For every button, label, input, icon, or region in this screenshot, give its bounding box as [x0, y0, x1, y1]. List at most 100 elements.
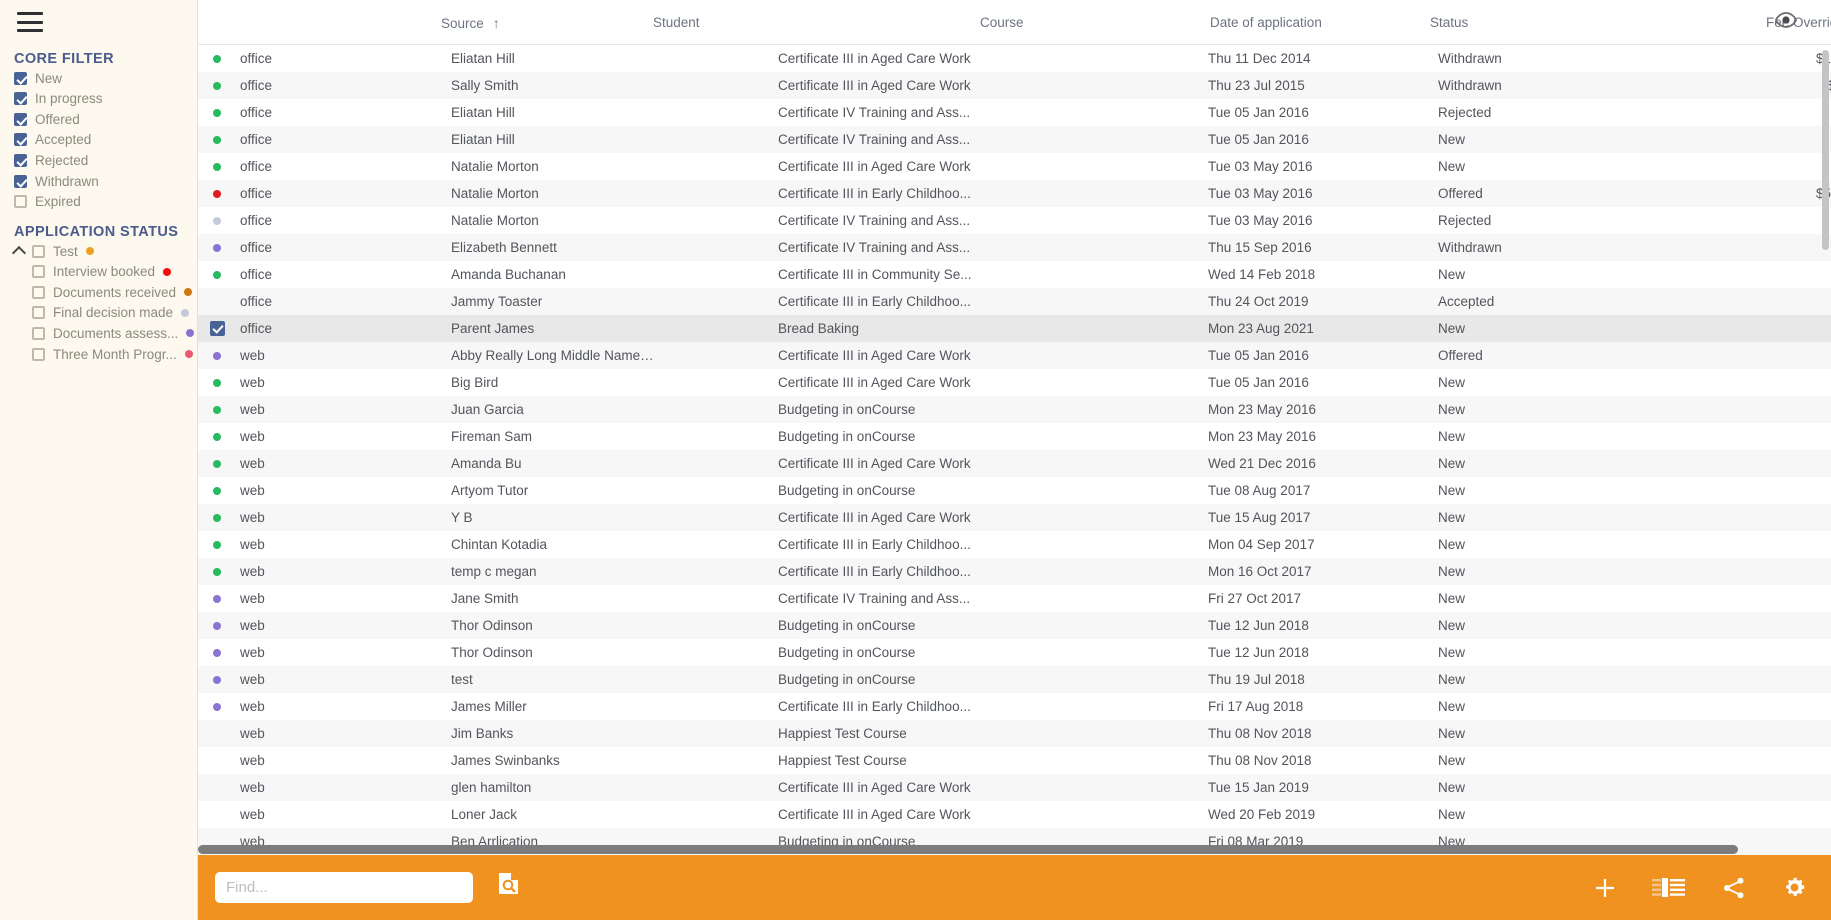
table-row[interactable]: office Natalie Morton Certificate III in E… [198, 180, 1831, 207]
application-status-item-documents-received[interactable]: Documents received [32, 283, 193, 301]
application-status-item-final-decision-made[interactable]: Final decision made [32, 304, 190, 322]
row-status-dot[interactable] [206, 540, 228, 549]
row-status-dot[interactable] [206, 270, 228, 279]
core-filter-item-in-progress[interactable]: In progress [14, 90, 103, 108]
core-filter-item-new[interactable]: New [14, 69, 62, 87]
horizontal-scrollbar-thumb[interactable] [198, 845, 1738, 854]
table-row[interactable]: office Elizabeth Bennett Certificate IV Tr… [198, 234, 1831, 261]
chevron-up-icon[interactable] [14, 245, 26, 257]
core-filter-item-accepted[interactable]: Accepted [14, 131, 91, 149]
table-row[interactable]: office Eliatan Hill Certificate III in Age… [198, 45, 1831, 72]
checkbox[interactable] [14, 133, 27, 147]
table-row[interactable]: web Jane Smith Certificate IV Training and… [198, 585, 1831, 612]
checkbox[interactable] [14, 92, 27, 106]
table-row[interactable]: office Amanda Buchanan Certificate III in … [198, 261, 1831, 288]
checkbox[interactable] [14, 195, 27, 209]
table-row[interactable]: office Natalie Morton Certificate IV Train… [198, 207, 1831, 234]
columns-layout-icon[interactable] [1652, 877, 1686, 898]
table-row[interactable]: office Eliatan Hill Certificate IV Trainin… [198, 99, 1831, 126]
table-row[interactable]: office Sally Smith Certificate III in Aged… [198, 72, 1831, 99]
table-row[interactable]: web Thor Odinson Budgeting in onCourse Tue … [198, 612, 1831, 639]
row-status-dot[interactable] [206, 189, 228, 198]
core-filter-item-withdrawn[interactable]: Withdrawn [14, 172, 99, 190]
column-header-student[interactable]: Student [653, 15, 700, 30]
advanced-search-icon[interactable] [497, 872, 521, 903]
checkbox[interactable] [32, 244, 45, 258]
table-row[interactable]: office Parent James Bread Baking Mon 23 Aug… [198, 315, 1831, 342]
cell-student: Elizabeth Bennett [451, 240, 557, 255]
table-row[interactable]: office Natalie Morton Certificate III in A… [198, 153, 1831, 180]
row-status-dot[interactable] [206, 162, 228, 171]
share-icon[interactable] [1722, 876, 1746, 900]
row-status-dot[interactable] [206, 216, 228, 225]
row-status-dot[interactable] [206, 243, 228, 252]
table-row[interactable]: web Jim Banks Happiest Test Course Thu 08 N… [198, 720, 1831, 747]
row-status-dot[interactable] [206, 702, 228, 711]
row-status-dot[interactable] [206, 594, 228, 603]
row-status-dot[interactable] [206, 648, 228, 657]
column-header-date[interactable]: Date of application [1210, 15, 1322, 30]
table-row[interactable]: web Big Bird Certificate III in Aged Care … [198, 369, 1831, 396]
application-status-item-test[interactable]: Test [32, 242, 94, 260]
row-status-dot[interactable] [206, 405, 228, 414]
column-header-source[interactable]: Source ↑ [441, 15, 500, 31]
table-row[interactable]: web test Budgeting in onCourse Thu 19 Jul 2… [198, 666, 1831, 693]
table-row[interactable]: web James Miller Certificate III in Early … [198, 693, 1831, 720]
table-row[interactable]: web Artyom Tutor Budgeting in onCourse Tue … [198, 477, 1831, 504]
checkbox[interactable] [32, 265, 45, 279]
plus-icon[interactable] [1594, 877, 1616, 899]
table-row[interactable]: office Jammy Toaster Certificate III in Ea… [198, 288, 1831, 315]
row-selected-checkbox[interactable] [206, 321, 228, 336]
application-status-item-interview-booked[interactable]: Interview booked [32, 263, 172, 281]
checkbox[interactable] [14, 112, 27, 126]
application-status-item-three-month-progr[interactable]: Three Month Progr... [32, 345, 193, 363]
search-input[interactable] [215, 872, 473, 903]
table-row[interactable]: web temp c megan Certificate III in Early … [198, 558, 1831, 585]
row-status-dot[interactable] [206, 432, 228, 441]
horizontal-scrollbar-track[interactable] [198, 845, 1831, 854]
checkbox[interactable] [209, 321, 225, 336]
row-status-dot[interactable] [206, 459, 228, 468]
row-status-dot[interactable] [206, 378, 228, 387]
table-row[interactable]: web Chintan Kotadia Certificate III in Ear… [198, 531, 1831, 558]
cell-date: Tue 15 Aug 2017 [1208, 510, 1311, 525]
row-status-dot[interactable] [206, 108, 228, 117]
core-filter-item-rejected[interactable]: Rejected [14, 151, 88, 169]
table-row[interactable]: web Amanda Bu Certificate III in Aged Care… [198, 450, 1831, 477]
table-row[interactable]: web Thor Odinson Budgeting in onCourse Tue … [198, 639, 1831, 666]
hamburger-menu-icon[interactable] [17, 12, 43, 32]
row-status-dot[interactable] [206, 675, 228, 684]
checkbox[interactable] [14, 153, 27, 167]
row-status-dot[interactable] [206, 567, 228, 576]
row-status-dot[interactable] [206, 486, 228, 495]
table-row[interactable]: web Fireman Sam Budgeting in onCourse Mon 2… [198, 423, 1831, 450]
column-header-course[interactable]: Course [980, 15, 1024, 30]
table-row[interactable]: office Eliatan Hill Certificate IV Trainin… [198, 126, 1831, 153]
checkbox[interactable] [32, 306, 45, 320]
checkbox[interactable] [32, 347, 45, 361]
table-row[interactable]: web glen hamilton Certificate III in Aged … [198, 774, 1831, 801]
table-row[interactable]: web Y B Certificate III in Aged Care Work T… [198, 504, 1831, 531]
checkbox[interactable] [14, 71, 27, 85]
checkbox[interactable] [32, 285, 45, 299]
core-filter-item-expired[interactable]: Expired [14, 193, 81, 211]
table-row[interactable]: web James Swinbanks Happiest Test Course Th… [198, 747, 1831, 774]
row-status-dot[interactable] [206, 81, 228, 90]
row-status-dot[interactable] [206, 54, 228, 63]
cell-status: New [1438, 537, 1466, 552]
vertical-scrollbar[interactable] [1822, 50, 1829, 250]
row-status-dot[interactable] [206, 351, 228, 360]
row-status-dot[interactable] [206, 135, 228, 144]
table-row[interactable]: web Juan Garcia Budgeting in onCourse Mon 2… [198, 396, 1831, 423]
table-row[interactable]: web Abby Really Long Middle Name Long Las… [198, 342, 1831, 369]
row-status-dot[interactable] [206, 621, 228, 630]
checkbox[interactable] [32, 326, 45, 340]
checkbox[interactable] [14, 174, 27, 188]
eye-icon[interactable] [1775, 12, 1797, 33]
core-filter-item-offered[interactable]: Offered [14, 110, 80, 128]
table-row[interactable]: web Loner Jack Certificate III in Aged Car… [198, 801, 1831, 828]
application-status-item-documents-assess[interactable]: Documents assess... [32, 324, 195, 342]
row-status-dot[interactable] [206, 513, 228, 522]
column-header-status[interactable]: Status [1430, 15, 1468, 30]
gear-icon[interactable] [1782, 875, 1807, 900]
